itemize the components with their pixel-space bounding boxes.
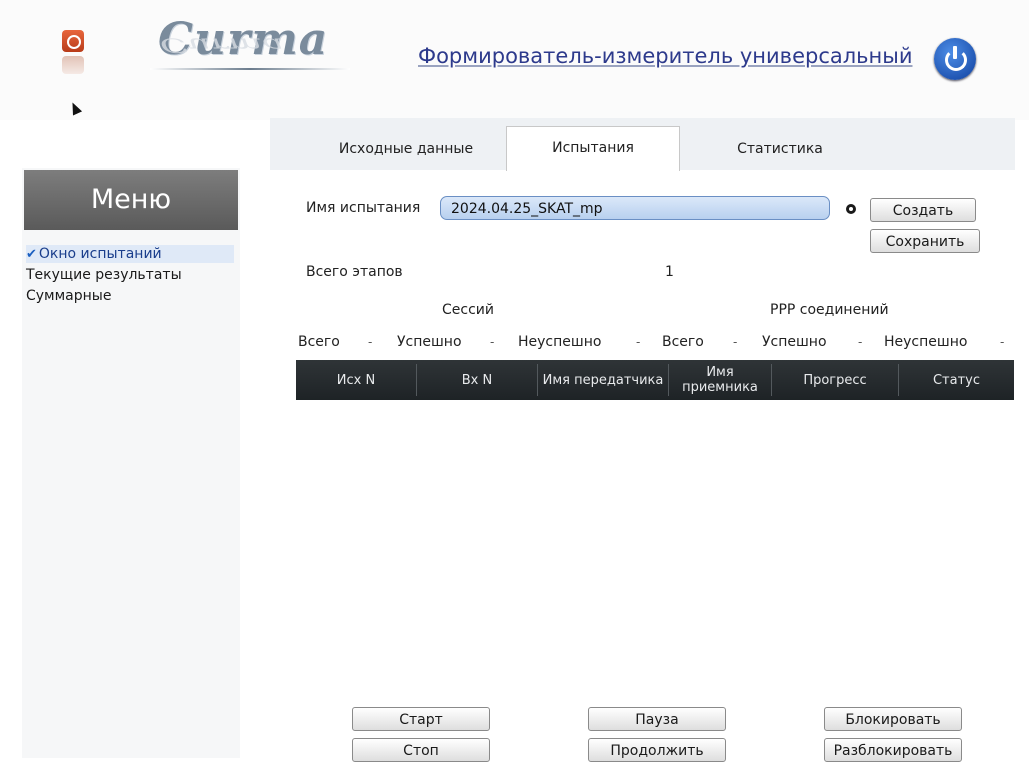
tab-source-data[interactable]: Исходные данные: [316, 128, 496, 170]
sidebar-item-current-results[interactable]: Текущие результаты: [26, 266, 182, 284]
device-title: Формирователь-измеритель универсальный: [418, 44, 913, 68]
ppp-fail-label: Неуспешно: [884, 334, 968, 350]
tab-statistics[interactable]: Статистика: [690, 128, 870, 170]
sessions-group-label: Сессий: [442, 302, 494, 318]
start-button[interactable]: Старт: [352, 707, 490, 731]
stop-button[interactable]: Стоп: [352, 738, 490, 762]
sidebar-item-label: Окно испытаний: [38, 246, 162, 262]
ppp-success-label: Успешно: [762, 334, 827, 350]
tab-tests[interactable]: Испытания: [506, 126, 680, 171]
results-table-body[interactable]: [296, 400, 1014, 700]
column-header-progress[interactable]: Прогресс: [772, 360, 898, 400]
block-button[interactable]: Блокировать: [824, 707, 962, 731]
resume-button[interactable]: Продолжить: [588, 738, 726, 762]
column-header-in-n[interactable]: Вх N: [417, 360, 537, 400]
power-icon[interactable]: [934, 38, 976, 80]
sessions-success-label: Успешно: [397, 334, 462, 350]
ppp-group-label: PPP соединений: [770, 302, 889, 318]
sessions-fail-label: Неуспешно: [518, 334, 602, 350]
pause-button[interactable]: Пауза: [588, 707, 726, 731]
separator: -: [490, 335, 495, 349]
separator: -: [368, 335, 373, 349]
sidebar-title: Меню: [24, 170, 238, 230]
logo-underline: [150, 68, 350, 70]
total-stages-value: 1: [665, 264, 674, 280]
save-button[interactable]: Сохранить: [870, 229, 980, 253]
app-logo-icon: [62, 30, 84, 52]
test-name-input[interactable]: 2024.04.25_SKAT_mp: [440, 196, 830, 220]
test-name-label: Имя испытания: [306, 200, 421, 216]
column-header-out-n[interactable]: Исх N: [296, 360, 416, 400]
separator: -: [1000, 335, 1005, 349]
total-stages-label: Всего этапов: [306, 264, 403, 280]
separator: -: [636, 335, 641, 349]
ppp-total-label: Всего: [662, 334, 704, 350]
separator: -: [733, 335, 738, 349]
results-table-header: Исх N Вх N Имя передатчика Имя приемника…: [296, 360, 1014, 400]
check-icon: ✔: [26, 247, 37, 262]
column-header-transmitter-name[interactable]: Имя передатчика: [538, 360, 668, 400]
unblock-button[interactable]: Разблокировать: [824, 738, 962, 762]
separator: -: [858, 335, 863, 349]
column-header-receiver-name[interactable]: Имя приемника: [669, 360, 771, 400]
brand-logo-reflection: Curma: [160, 33, 284, 56]
column-header-status[interactable]: Статус: [899, 360, 1014, 400]
sessions-total-label: Всего: [298, 334, 340, 350]
sidebar-item-test-window[interactable]: ✔ Окно испытаний: [26, 245, 234, 263]
logo-reflection: [62, 56, 84, 74]
sidebar-item-summary[interactable]: Суммарные: [26, 287, 111, 305]
create-button[interactable]: Создать: [870, 198, 976, 222]
radio-dot-icon[interactable]: [846, 204, 856, 214]
